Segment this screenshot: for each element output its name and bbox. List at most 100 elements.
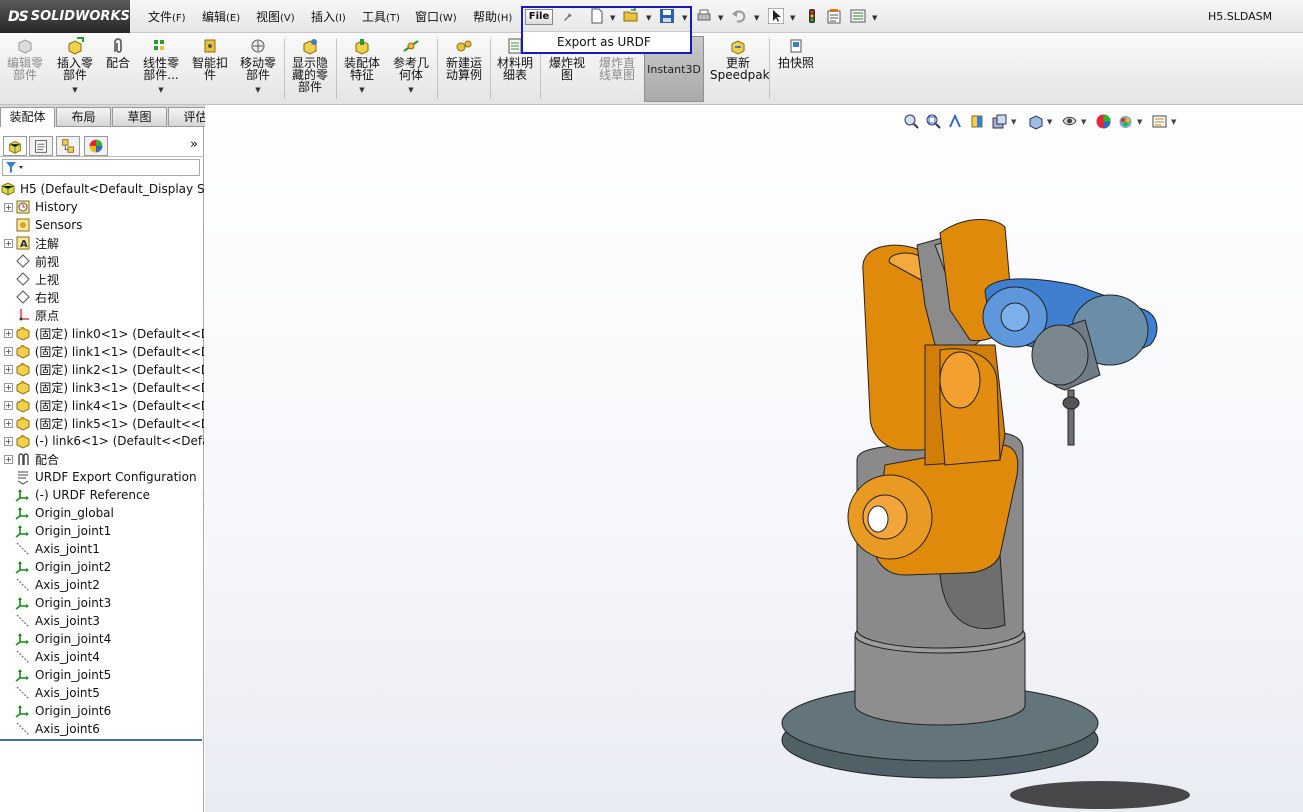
tree-node[interactable]: + (固定) link0<1> (Default<<D — [4, 324, 204, 342]
tree-filter[interactable] — [2, 159, 200, 176]
take-snapshot-button[interactable]: 拍快照 — [774, 37, 818, 69]
expand-icon[interactable]: + — [4, 364, 13, 374]
configuration-manager-tab-icon[interactable] — [56, 136, 80, 156]
print-icon[interactable] — [696, 8, 712, 24]
chevron-double-right-icon[interactable]: » — [190, 137, 198, 152]
expand-icon[interactable]: + — [4, 436, 13, 446]
menu-tools[interactable]: 工具(T) — [362, 8, 400, 25]
tree-node[interactable]: Origin_global — [4, 504, 204, 522]
chevron-down-icon[interactable]: ▼ — [53, 84, 97, 96]
select-cursor-icon[interactable] — [768, 8, 784, 24]
tree-node[interactable]: Axis_joint1 — [4, 540, 204, 558]
tree-node[interactable]: + (固定) link2<1> (Default<<D — [4, 360, 204, 378]
graphics-viewport[interactable]: ▼ ▼ ▼ ▼ ▼ — [205, 105, 1303, 812]
reference-geometry-icon — [403, 40, 419, 52]
options-icon[interactable] — [850, 8, 866, 24]
tab-assembly[interactable]: 装配体 — [0, 107, 55, 127]
tree-node[interactable]: Axis_joint4 — [4, 648, 204, 666]
file-properties-icon[interactable] — [826, 8, 842, 24]
chevron-down-icon[interactable]: ▼ — [138, 84, 184, 96]
tree-root-assembly[interactable]: H5 (Default<Default_Display St — [0, 180, 204, 198]
export-as-urdf-menu-item[interactable]: Export as URDF — [523, 31, 690, 52]
menu-help[interactable]: 帮助(H) — [473, 8, 512, 25]
tree-node[interactable]: Axis_joint3 — [4, 612, 204, 630]
new-document-icon[interactable] — [589, 8, 605, 24]
tree-node[interactable]: Origin_joint4 — [4, 630, 204, 648]
tab-sketch[interactable]: 草图 — [112, 107, 167, 127]
show-hidden-components-button[interactable]: 显示隐 藏的零 部件 — [288, 37, 332, 93]
chevron-down-icon[interactable]: ▼ — [754, 14, 759, 22]
insert-component-button[interactable]: 插入零 部件 ▼ — [53, 37, 97, 96]
tree-node[interactable]: (-) URDF Reference — [4, 486, 204, 504]
chevron-down-icon[interactable]: ▼ — [682, 14, 687, 22]
property-manager-tab-icon[interactable] — [29, 136, 53, 156]
menu-insert[interactable]: 插入(I) — [311, 8, 346, 25]
document-title: H5.SLDASM — [1208, 10, 1273, 23]
undo-icon[interactable] — [731, 8, 747, 24]
tab-layout[interactable]: 布局 — [56, 107, 111, 127]
tree-node[interactable]: URDF Export Configuration — [4, 468, 204, 486]
coordinate-system-icon — [15, 525, 29, 538]
chevron-down-icon[interactable]: ▼ — [340, 84, 384, 96]
tree-node[interactable]: + (固定) link1<1> (Default<<D — [4, 342, 204, 360]
save-icon[interactable] — [659, 8, 675, 24]
edit-component-button[interactable]: 编辑零 部件 — [4, 37, 46, 81]
tree-node[interactable]: + 配合 — [4, 450, 204, 468]
file-button[interactable]: File — [525, 9, 553, 25]
tree-node[interactable]: Axis_joint5 — [4, 684, 204, 702]
tree-node[interactable]: Sensors — [4, 216, 204, 234]
tree-node[interactable]: 右视 — [4, 288, 204, 306]
tree-node[interactable]: Axis_joint2 — [4, 576, 204, 594]
display-manager-tab-icon[interactable] — [84, 136, 108, 156]
chevron-down-icon[interactable]: ▼ — [236, 84, 280, 96]
tree-node[interactable]: Axis_joint6 — [4, 720, 204, 738]
mate-button[interactable]: 配合 — [102, 37, 134, 69]
expand-icon[interactable]: + — [4, 202, 13, 212]
menu-view[interactable]: 视图(V) — [256, 8, 295, 25]
chevron-down-icon[interactable]: ▼ — [872, 14, 877, 22]
tree-node[interactable]: 前视 — [4, 252, 204, 270]
linear-pattern-button[interactable]: 线性零 部件... ▼ — [138, 37, 184, 96]
pin-icon[interactable] — [561, 8, 577, 24]
expand-icon[interactable]: + — [4, 328, 13, 338]
solidworks-logo[interactable]: DS SOLIDWORKS — [0, 0, 130, 33]
tree-node[interactable]: 上视 — [4, 270, 204, 288]
update-speedpak-button[interactable]: 更新 Speedpak — [710, 37, 770, 81]
chevron-down-icon[interactable]: ▼ — [389, 84, 433, 96]
expand-icon[interactable]: + — [4, 418, 13, 428]
chevron-down-icon[interactable]: ▼ — [790, 14, 795, 22]
tree-node[interactable]: + (-) link6<1> (Default<<Defa — [4, 432, 204, 450]
rebuild-traffic-light-icon[interactable] — [804, 8, 820, 24]
smart-fasteners-button[interactable]: 智能扣件 — [188, 37, 232, 81]
tree-node[interactable]: + (固定) link3<1> (Default<<D — [4, 378, 204, 396]
tree-node[interactable]: Origin_joint6 — [4, 702, 204, 720]
open-folder-icon[interactable] — [623, 8, 639, 24]
expand-icon[interactable]: + — [4, 454, 13, 464]
expand-icon[interactable]: + — [4, 346, 13, 356]
chevron-down-icon[interactable]: ▼ — [610, 14, 615, 22]
menu-window[interactable]: 窗口(W) — [415, 8, 457, 25]
expand-icon[interactable]: + — [4, 400, 13, 410]
tree-node[interactable]: Origin_joint1 — [4, 522, 204, 540]
feature-tree-tab-icon[interactable] — [3, 136, 27, 156]
robot-arm-model[interactable] — [205, 105, 1303, 812]
tree-node[interactable]: Origin_joint3 — [4, 594, 204, 612]
tree-node[interactable]: + A 注解 — [4, 234, 204, 252]
chevron-down-icon[interactable]: ▼ — [646, 14, 651, 22]
new-motion-study-button[interactable]: 新建运 动算例 — [441, 37, 487, 81]
tree-node[interactable]: Origin_joint2 — [4, 558, 204, 576]
filter-funnel-icon[interactable] — [3, 160, 25, 175]
tree-node[interactable]: + (固定) link4<1> (Default<<D — [4, 396, 204, 414]
menu-file[interactable]: 文件(F) — [148, 8, 186, 25]
assembly-features-button[interactable]: 装配体 特征 ▼ — [340, 37, 384, 96]
tree-node[interactable]: 原点 — [4, 306, 204, 324]
tree-node[interactable]: + (固定) link5<1> (Default<<D — [4, 414, 204, 432]
tree-node[interactable]: Origin_joint5 — [4, 666, 204, 684]
move-component-button[interactable]: 移动零 部件 ▼ — [236, 37, 280, 96]
chevron-down-icon[interactable]: ▼ — [718, 14, 723, 22]
reference-geometry-button[interactable]: 参考几 何体 ▼ — [389, 37, 433, 96]
expand-icon[interactable]: + — [4, 382, 13, 392]
tree-node[interactable]: + History — [4, 198, 204, 216]
menu-edit[interactable]: 编辑(E) — [202, 8, 240, 25]
expand-icon[interactable]: + — [4, 238, 13, 248]
